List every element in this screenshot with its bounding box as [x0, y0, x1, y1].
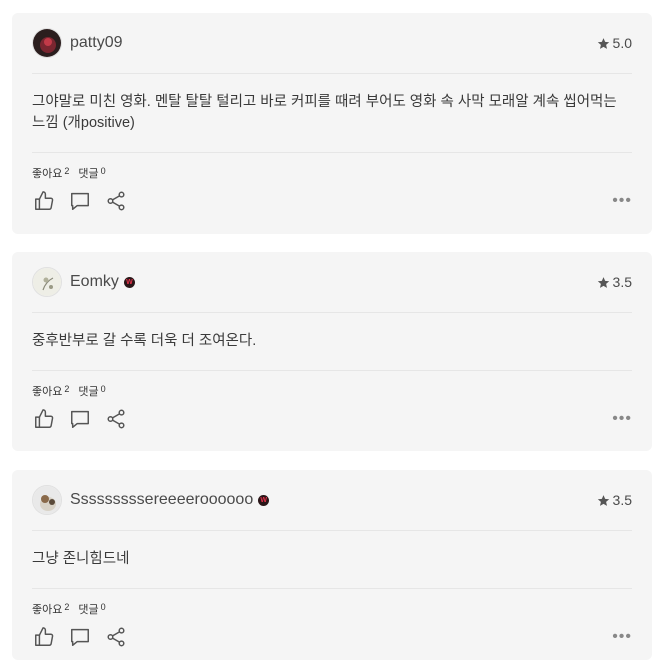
review-header: patty09 5.0 [32, 13, 632, 74]
like-button[interactable] [32, 189, 56, 213]
comments-label: 댓글 [78, 604, 99, 616]
comment-icon [71, 628, 89, 646]
comment-icon [71, 192, 89, 210]
user-info[interactable]: Sssssssssereeeeroooooo W [32, 485, 270, 515]
review-header: Sssssssssereeeeroooooo W 3.5 [32, 470, 632, 531]
review-card: patty09 5.0 그야말로 미친 영화. 멘탈 탈탈 털리고 바로 커피를… [12, 13, 652, 234]
share-icon [107, 409, 125, 429]
share-button[interactable] [104, 625, 128, 649]
share-button[interactable] [104, 407, 128, 431]
avatar[interactable] [32, 485, 62, 515]
star-icon [597, 276, 609, 288]
likes-label: 좋아요 [32, 604, 63, 616]
likes-count: 2 [64, 384, 70, 394]
review-text[interactable]: 그냥 존니힘드네 [32, 531, 632, 589]
like-button[interactable] [32, 407, 56, 431]
avatar[interactable] [32, 28, 62, 58]
share-button[interactable] [104, 189, 128, 213]
comment-icon [71, 410, 89, 428]
star-icon [597, 494, 609, 506]
comments-count: 0 [100, 602, 106, 612]
review-text[interactable]: 중후반부로 갈 수록 더욱 더 조여온다. [32, 313, 632, 371]
more-icon[interactable]: ••• [612, 192, 632, 210]
likes-count: 2 [64, 166, 70, 176]
more-icon[interactable]: ••• [612, 410, 632, 428]
comments-count: 0 [100, 384, 106, 394]
review-card: Sssssssssereeeeroooooo W 3.5 그냥 존니힘드네 좋아… [12, 470, 652, 660]
review-counts: 좋아요 2 댓글 0 [32, 601, 632, 616]
review-actions: ••• [32, 401, 632, 437]
rating: 3.5 [597, 274, 632, 290]
comments-label: 댓글 [78, 386, 99, 398]
thumbs-up-icon [35, 409, 54, 428]
user-info[interactable]: Eomky W [32, 267, 135, 297]
comments-count: 0 [100, 166, 106, 176]
like-button[interactable] [32, 625, 56, 649]
username[interactable]: Sssssssssereeeeroooooo [70, 491, 253, 509]
comment-button[interactable] [68, 407, 92, 431]
username[interactable]: patty09 [70, 34, 122, 52]
avatar[interactable] [32, 267, 62, 297]
comment-button[interactable] [68, 189, 92, 213]
share-icon [107, 191, 125, 211]
badge: W [123, 276, 135, 288]
rating: 3.5 [597, 492, 632, 508]
rating-value: 3.5 [612, 492, 632, 508]
badge: W [258, 494, 270, 506]
username[interactable]: Eomky [70, 273, 119, 291]
rating-value: 5.0 [612, 35, 632, 51]
rating: 5.0 [597, 35, 632, 51]
review-counts: 좋아요 2 댓글 0 [32, 165, 632, 180]
comment-button[interactable] [68, 625, 92, 649]
likes-count: 2 [64, 602, 70, 612]
review-text[interactable]: 그야말로 미친 영화. 멘탈 탈탈 털리고 바로 커피를 때려 부어도 영화 속… [32, 74, 632, 153]
more-icon[interactable]: ••• [612, 628, 632, 646]
thumbs-up-icon [35, 627, 54, 646]
review-actions: ••• [32, 183, 632, 219]
review-header: Eomky W 3.5 [32, 252, 632, 313]
thumbs-up-icon [35, 191, 54, 210]
user-info[interactable]: patty09 [32, 28, 122, 58]
rating-value: 3.5 [612, 274, 632, 290]
star-icon [597, 37, 609, 49]
review-actions: ••• [32, 619, 632, 655]
likes-label: 좋아요 [32, 168, 63, 180]
share-icon [107, 627, 125, 647]
likes-label: 좋아요 [32, 386, 63, 398]
comments-label: 댓글 [78, 168, 99, 180]
review-card: Eomky W 3.5 중후반부로 갈 수록 더욱 더 조여온다. 좋아요 2 … [12, 252, 652, 451]
review-counts: 좋아요 2 댓글 0 [32, 383, 632, 398]
